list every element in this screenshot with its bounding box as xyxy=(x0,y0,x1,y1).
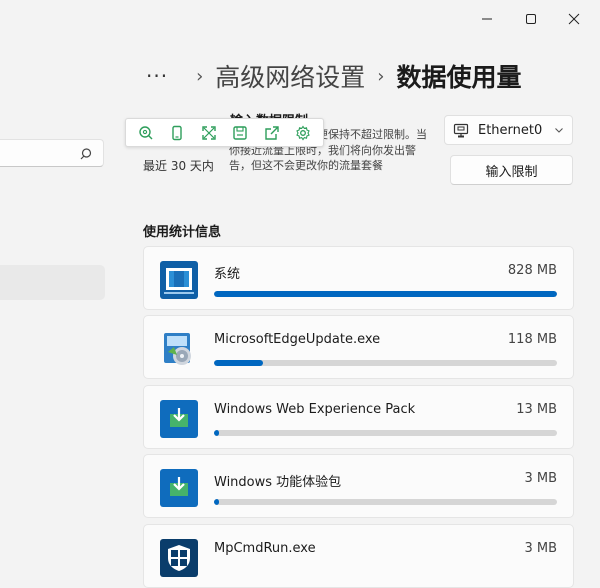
save-icon xyxy=(233,125,247,140)
breadcrumb-more-button[interactable]: ··· xyxy=(146,64,168,88)
usage-progress-bar xyxy=(214,360,557,366)
app-usage-card[interactable]: Windows 功能体验包 3 MB xyxy=(143,454,574,518)
breadcrumb: ··· › 高级网络设置 › 数据使用量 xyxy=(146,56,522,96)
app-usage-card[interactable]: MpCmdRun.exe 3 MB xyxy=(143,524,574,588)
save-button[interactable] xyxy=(227,122,253,144)
close-button[interactable] xyxy=(559,6,589,32)
maximize-button[interactable] xyxy=(516,6,546,32)
app-usage-size: 828 MB xyxy=(507,263,557,278)
title-bar xyxy=(0,0,600,40)
settings-search-input[interactable] xyxy=(0,139,104,167)
ethernet-icon xyxy=(453,123,469,138)
usage-progress-bar xyxy=(214,291,557,297)
usage-progress-fill xyxy=(214,499,219,505)
share-icon xyxy=(265,125,279,140)
app-usage-card[interactable]: MicrosoftEdgeUpdate.exe 118 MB xyxy=(143,315,574,379)
maximize-icon xyxy=(526,14,536,24)
adapter-select-label: Ethernet0 xyxy=(478,122,543,138)
usage-progress-fill xyxy=(214,430,220,436)
section-title-usage-stats: 使用统计信息 xyxy=(143,225,222,240)
app-usage-card[interactable]: Windows Web Experience Pack 13 MB xyxy=(143,385,574,449)
expand-icon xyxy=(202,125,216,140)
app-usage-size: 3 MB xyxy=(524,471,557,486)
settings-button[interactable] xyxy=(290,122,316,144)
phone-button[interactable] xyxy=(164,122,190,144)
enter-limit-button[interactable]: 输入限制 xyxy=(450,155,573,185)
expand-button[interactable] xyxy=(196,122,222,144)
phone-icon xyxy=(172,125,182,140)
app-name: MpCmdRun.exe xyxy=(214,541,316,556)
store-package-icon xyxy=(160,469,198,507)
chevron-down-icon xyxy=(555,128,563,133)
usage-period: 最近 30 天内 xyxy=(143,159,214,173)
sidebar-selected-item[interactable] xyxy=(0,265,105,300)
share-button[interactable] xyxy=(259,122,285,144)
usage-progress-bar xyxy=(214,499,557,505)
app-name: Windows Web Experience Pack xyxy=(214,402,416,417)
search-zoom-icon xyxy=(139,125,153,139)
app-name: MicrosoftEdgeUpdate.exe xyxy=(214,332,381,347)
usage-progress-bar xyxy=(214,430,557,436)
search-zoom-button[interactable] xyxy=(133,122,159,144)
system-icon xyxy=(160,261,198,299)
usage-progress-fill xyxy=(214,360,263,366)
app-usage-size: 3 MB xyxy=(524,541,557,556)
chevron-right-icon: › xyxy=(377,65,385,87)
search-icon xyxy=(79,146,93,165)
settings-icon xyxy=(296,125,310,140)
network-adapter-select[interactable]: Ethernet0 xyxy=(444,115,573,145)
minimize-button[interactable] xyxy=(472,6,502,32)
app-usage-size: 118 MB xyxy=(507,332,557,347)
usage-progress-fill xyxy=(214,291,557,297)
app-usage-size: 13 MB xyxy=(516,402,557,417)
minimize-icon xyxy=(482,18,492,20)
floating-toolbar xyxy=(125,118,324,147)
store-package-icon xyxy=(160,400,198,438)
defender-icon xyxy=(160,539,198,577)
app-usage-card[interactable]: 系统 828 MB xyxy=(143,246,574,310)
app-name: Windows 功能体验包 xyxy=(214,475,342,490)
app-name: 系统 xyxy=(214,267,241,282)
breadcrumb-parent[interactable]: 高级网络设置 xyxy=(215,58,365,94)
page-title: 数据使用量 xyxy=(396,63,522,92)
close-icon xyxy=(568,13,580,25)
chevron-right-icon: › xyxy=(196,65,204,87)
edge-update-icon xyxy=(160,330,198,368)
